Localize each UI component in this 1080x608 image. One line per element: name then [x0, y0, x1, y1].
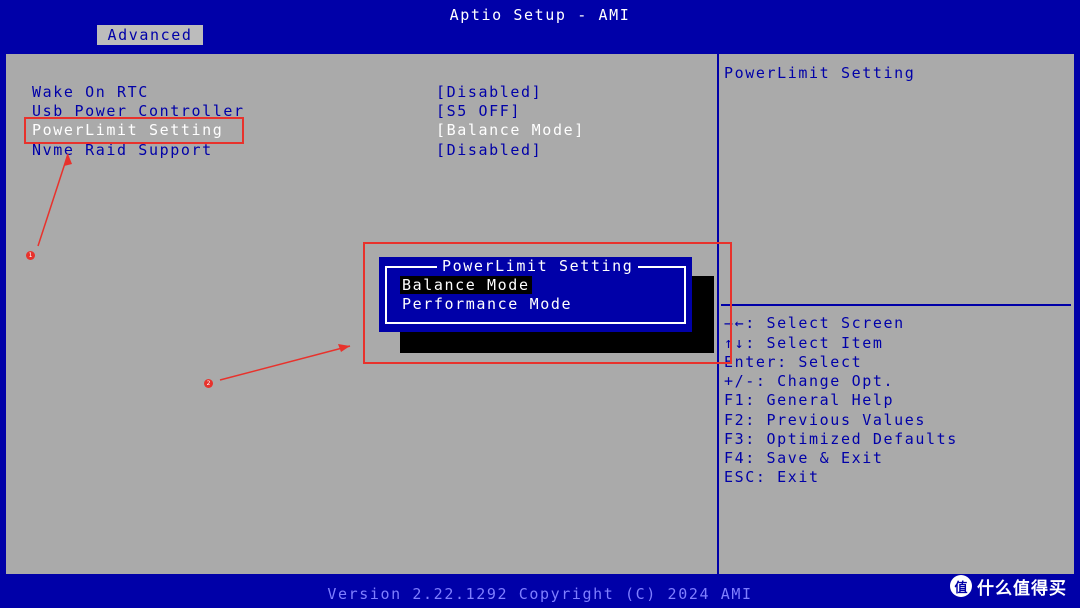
annotation-marker-2: 2: [204, 379, 213, 388]
help-key-enter: Enter: Select: [724, 353, 863, 371]
top-bar: Aptio Setup - AMI Advanced: [0, 0, 1080, 45]
help-key-esc: ESC: Exit: [724, 468, 820, 486]
setting-nvme-raid-support-value[interactable]: [Disabled]: [436, 141, 542, 159]
app-title: Aptio Setup - AMI: [449, 6, 631, 24]
setting-usb-power-controller-value[interactable]: [S5 OFF]: [436, 102, 521, 120]
help-key-f1: F1: General Help: [724, 391, 895, 409]
annotation-marker-1: 1: [26, 251, 35, 260]
annotation-box-popup: [363, 242, 732, 364]
help-key-f3: F3: Optimized Defaults: [724, 430, 958, 448]
footer-version: Version 2.22.1292 Copyright (C) 2024 AMI: [327, 585, 753, 603]
tab-advanced[interactable]: Advanced: [97, 25, 203, 45]
help-description: PowerLimit Setting: [724, 64, 916, 82]
annotation-box-setting: [24, 117, 244, 144]
help-key-f4: F4: Save & Exit: [724, 449, 884, 467]
setting-powerlimit-value[interactable]: [Balance Mode]: [436, 121, 585, 139]
watermark: 值 什么值得买: [950, 573, 1075, 599]
footer-bar: Version 2.22.1292 Copyright (C) 2024 AMI: [0, 583, 1080, 608]
help-key-select-screen: →←: Select Screen: [724, 314, 905, 332]
help-separator: [721, 304, 1071, 306]
watermark-text: 什么值得买: [977, 578, 1067, 599]
watermark-logo-icon: 值: [950, 575, 972, 597]
help-key-f2: F2: Previous Values: [724, 411, 926, 429]
help-key-change-opt: +/-: Change Opt.: [724, 372, 895, 390]
help-key-select-item: ↑↓: Select Item: [724, 334, 884, 352]
setting-wake-on-rtc-value[interactable]: [Disabled]: [436, 83, 542, 101]
setting-wake-on-rtc[interactable]: Wake On RTC: [32, 83, 149, 101]
